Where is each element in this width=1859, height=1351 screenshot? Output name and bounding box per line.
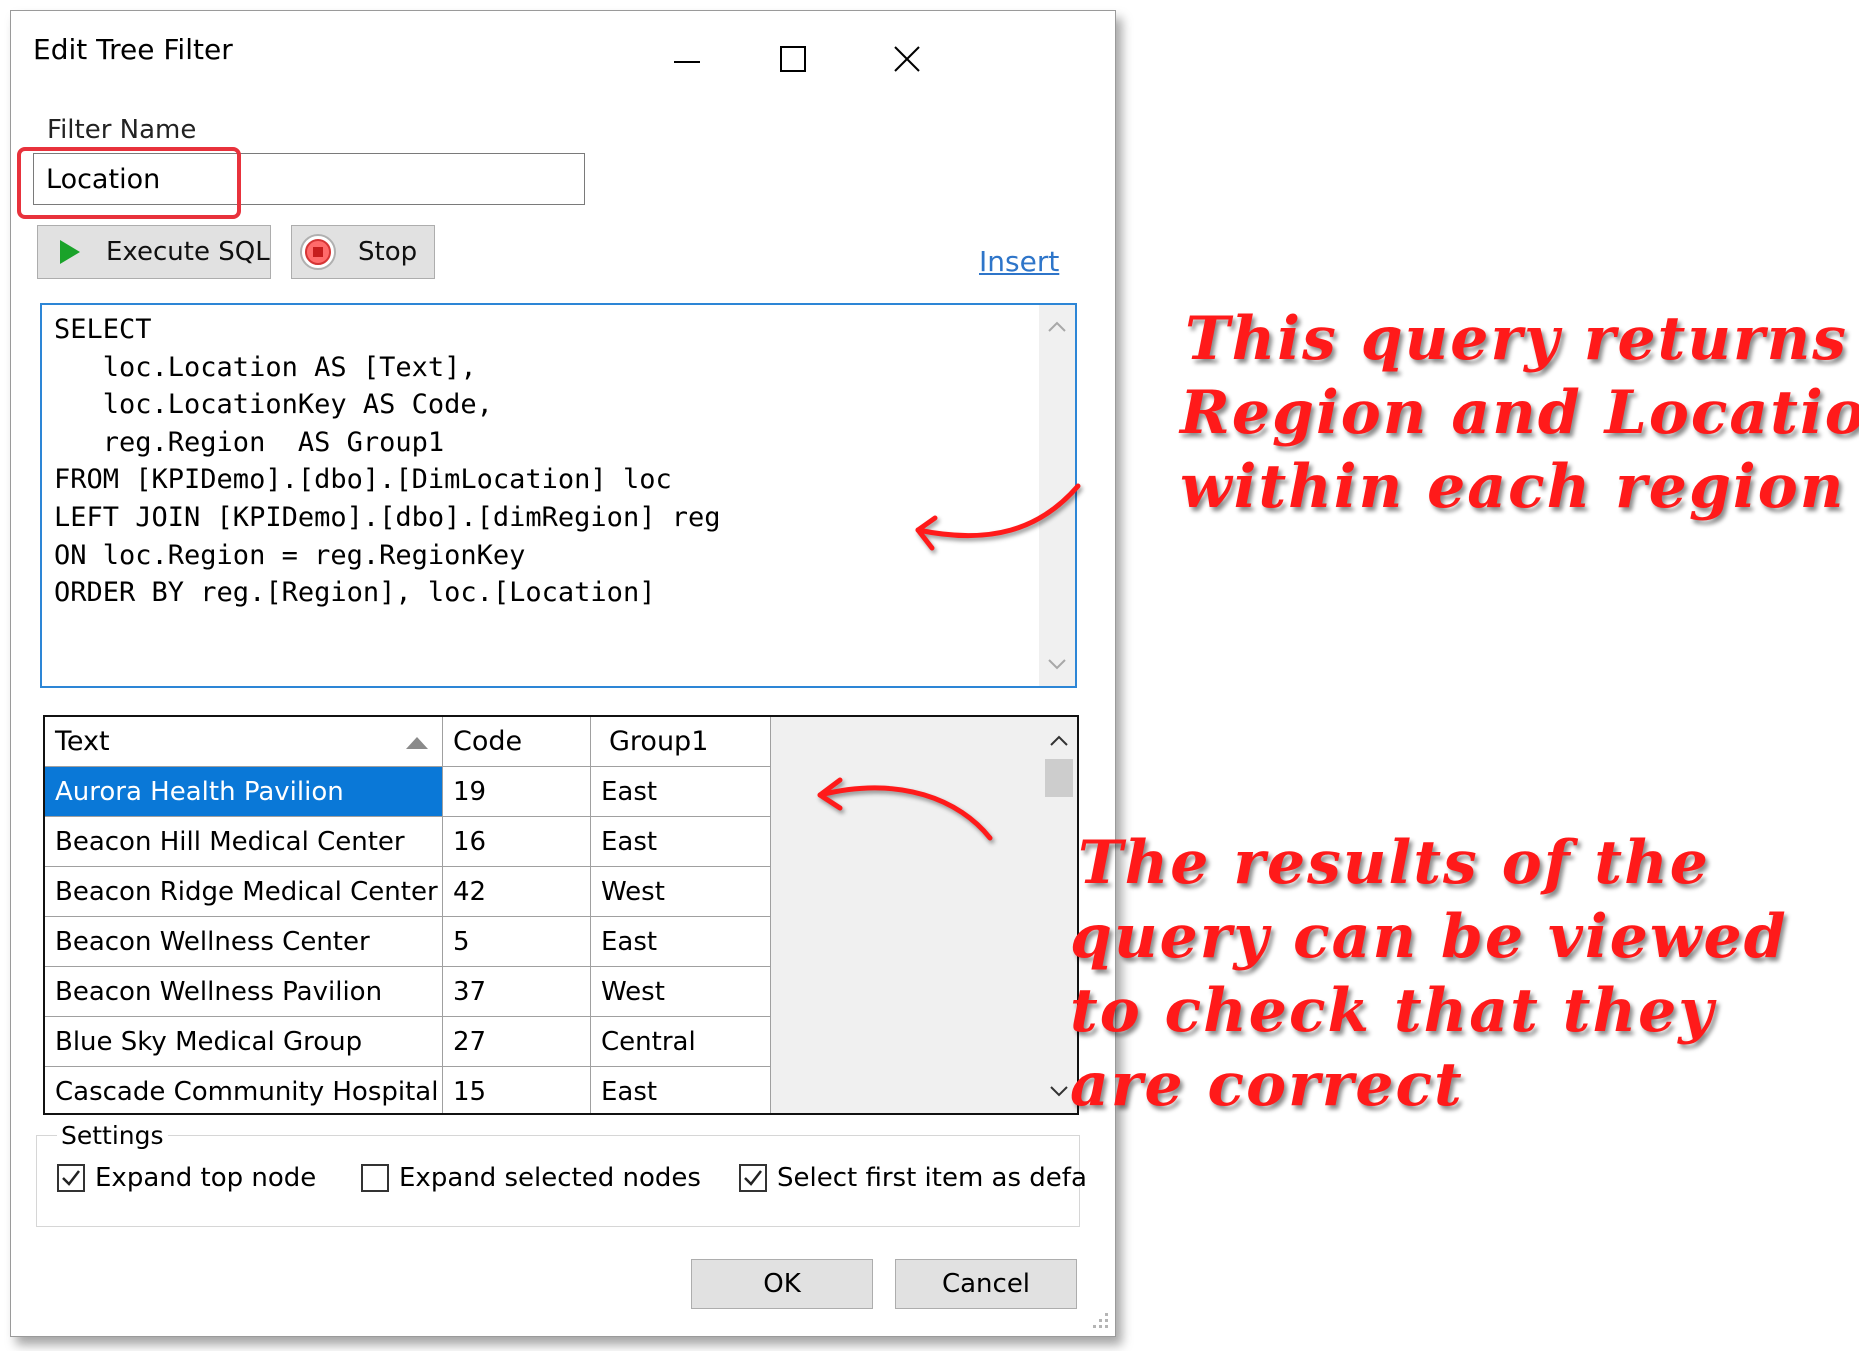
annotation-results-line-3: to check that they [1070,976,1716,1046]
arrow-to-results [817,785,993,841]
annotation-arrows [817,483,1081,841]
annotation-results-line-1: The results of the [1078,828,1710,898]
annotation-results-line-4: are correct [1070,1050,1464,1120]
arrow-to-query [915,483,1081,539]
annotation-query-line-3: within each region [1180,452,1846,522]
annotation-query-line-1: This query returns [1185,304,1848,374]
annotation-results-line-2: query can be viewed [1070,902,1788,972]
annotation-query-line-2: Region and Locations [1180,378,1859,448]
